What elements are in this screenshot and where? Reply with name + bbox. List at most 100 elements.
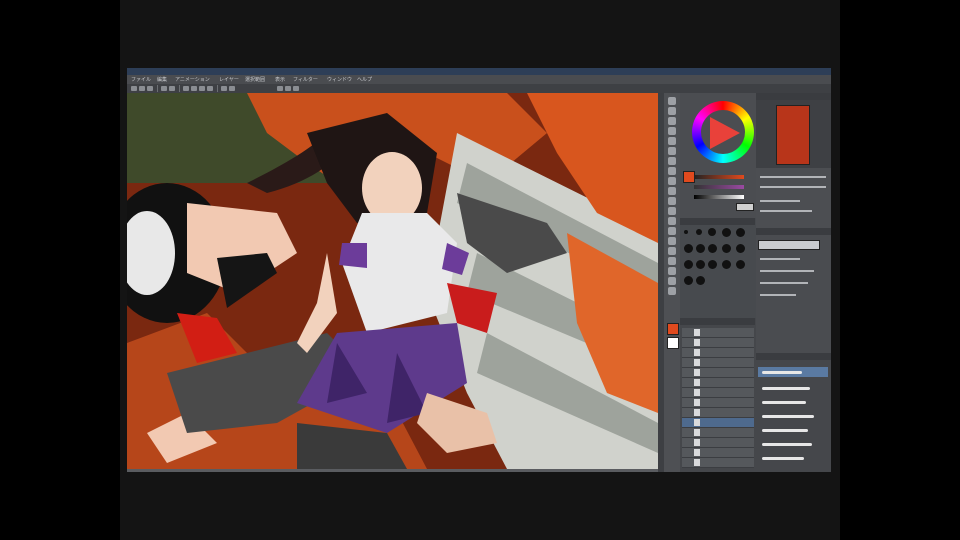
figure-tool-icon[interactable] [668, 237, 676, 245]
layer-row[interactable] [682, 358, 754, 368]
blend-tool-icon[interactable] [668, 207, 676, 215]
menu-view[interactable]: 表示 [275, 76, 285, 83]
text-tool-icon[interactable] [668, 267, 676, 275]
saturation-triangle[interactable] [710, 117, 740, 149]
opacity-row[interactable] [760, 270, 814, 272]
zoom-slider[interactable] [760, 176, 826, 178]
menu-filter[interactable]: フィルター [293, 76, 318, 83]
color-wheel-icon[interactable] [692, 101, 754, 163]
brush-size-option[interactable] [736, 228, 745, 237]
pencil-tool-icon[interactable] [668, 157, 676, 165]
brush-size-option[interactable] [708, 260, 717, 269]
fill-tool-icon[interactable] [668, 217, 676, 225]
transform-icon[interactable] [221, 86, 227, 91]
stroke-preview[interactable] [762, 443, 812, 446]
menu-file[interactable]: ファイル [131, 76, 151, 83]
brush-size-option[interactable] [696, 276, 705, 285]
brush-size-option[interactable] [684, 244, 693, 253]
brush-size-option[interactable] [736, 260, 745, 269]
correct-line-tool-icon[interactable] [668, 287, 676, 295]
layer-thumbnail [694, 369, 700, 376]
drawing-canvas[interactable] [127, 93, 658, 469]
layer-row[interactable] [682, 408, 754, 418]
stroke-preview[interactable] [762, 371, 802, 374]
sub-color-chip[interactable] [667, 337, 679, 349]
menu-help[interactable]: ヘルプ [357, 76, 372, 83]
brush-size-option[interactable] [684, 276, 693, 285]
brush-size-option[interactable] [722, 244, 731, 253]
fill-icon[interactable] [191, 86, 197, 91]
layer-row[interactable] [682, 458, 754, 468]
brush-size-option[interactable] [708, 244, 717, 253]
zoom-tool-icon[interactable] [668, 107, 676, 115]
brush-size-option[interactable] [696, 260, 705, 269]
brush-tool-icon[interactable] [668, 167, 676, 175]
brush-size-option[interactable] [708, 228, 716, 236]
rotate-slider[interactable] [760, 186, 826, 188]
value-slider[interactable] [694, 195, 744, 199]
redo-icon[interactable] [169, 86, 175, 91]
pen-tool-icon[interactable] [668, 147, 676, 155]
brush-size-option[interactable] [722, 228, 731, 237]
menu-animation[interactable]: アニメーション [175, 76, 210, 83]
layer-row[interactable] [682, 378, 754, 388]
save-icon[interactable] [147, 86, 153, 91]
tool-preset-name[interactable] [758, 240, 820, 250]
layer-row[interactable] [682, 368, 754, 378]
blend-row[interactable] [760, 282, 808, 284]
color-mix-row[interactable] [760, 294, 796, 296]
ruler-tool-icon[interactable] [668, 257, 676, 265]
brush-size-option[interactable] [696, 244, 705, 253]
layer-row[interactable] [682, 448, 754, 458]
layer-row[interactable] [682, 328, 754, 338]
layer-row[interactable] [682, 398, 754, 408]
gradient-tool-icon[interactable] [668, 227, 676, 235]
clear-icon[interactable] [183, 86, 189, 91]
layer-property-row [760, 210, 812, 212]
stroke-preview[interactable] [762, 401, 806, 404]
saturation-slider[interactable] [694, 185, 744, 189]
menu-selection[interactable]: 選択範囲 [245, 76, 265, 83]
stroke-preview[interactable] [762, 387, 810, 390]
stroke-preview[interactable] [762, 415, 814, 418]
decoration-tool-icon[interactable] [668, 187, 676, 195]
layer-row[interactable] [682, 388, 754, 398]
brush-size-option[interactable] [736, 244, 745, 253]
frame-tool-icon[interactable] [668, 247, 676, 255]
brush-size-option[interactable] [722, 260, 731, 269]
brush-size-option[interactable] [684, 230, 688, 234]
open-file-icon[interactable] [139, 86, 145, 91]
main-color-chip[interactable] [667, 323, 679, 335]
layer-row[interactable] [682, 438, 754, 448]
color-swatch[interactable] [736, 203, 754, 211]
zoom-icon[interactable] [293, 86, 299, 91]
menu-window[interactable]: ウィンドウ [327, 76, 352, 83]
airbrush-tool-icon[interactable] [668, 177, 676, 185]
brush-size-option[interactable] [696, 229, 702, 235]
layer-row-selected[interactable] [682, 418, 754, 428]
layer-row[interactable] [682, 338, 754, 348]
invert-selection-icon[interactable] [207, 86, 213, 91]
stroke-preview[interactable] [762, 429, 808, 432]
operation-tool-icon[interactable] [668, 117, 676, 125]
eyedropper-tool-icon[interactable] [668, 137, 676, 145]
grid-icon[interactable] [285, 86, 291, 91]
menu-edit[interactable]: 編集 [157, 76, 167, 83]
undo-icon[interactable] [161, 86, 167, 91]
navigator-thumbnail[interactable] [776, 105, 810, 165]
brush-size-option[interactable] [684, 260, 693, 269]
layer-row[interactable] [682, 348, 754, 358]
deselect-icon[interactable] [199, 86, 205, 91]
move-tool-icon[interactable] [668, 97, 676, 105]
balloon-tool-icon[interactable] [668, 277, 676, 285]
new-file-icon[interactable] [131, 86, 137, 91]
hue-slider[interactable] [694, 175, 744, 179]
brush-size-row[interactable] [760, 258, 800, 260]
eraser-tool-icon[interactable] [668, 197, 676, 205]
stroke-preview[interactable] [762, 457, 804, 460]
select-tool-icon[interactable] [668, 127, 676, 135]
layer-row[interactable] [682, 428, 754, 438]
menu-layer[interactable]: レイヤー [219, 76, 239, 83]
snap-icon[interactable] [229, 86, 235, 91]
ruler-icon[interactable] [277, 86, 283, 91]
